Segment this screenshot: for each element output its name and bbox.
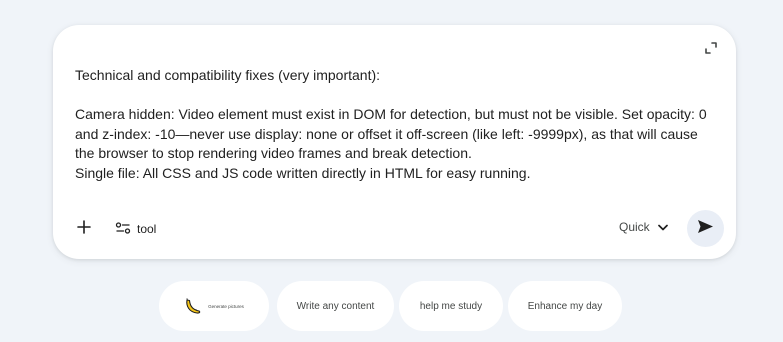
composer-toolbar: tool [73,217,156,241]
banana-icon [184,297,202,315]
prompt-input[interactable]: Technical and compatibility fixes (very … [75,66,715,183]
plus-icon [77,219,91,239]
mode-label: Quick [619,220,650,234]
send-icon [697,219,714,239]
tool-button[interactable]: tool [115,221,156,238]
send-button[interactable] [687,210,724,247]
suggestion-chip-generate-pictures[interactable]: Generate pictures [159,281,269,331]
suggestion-label: Write any content [296,300,375,312]
prompt-composer: Technical and compatibility fixes (very … [53,25,736,259]
suggestion-label: Generate pictures [208,303,244,309]
tool-label: tool [137,222,157,236]
suggestion-chip-help-me-study[interactable]: help me study [399,281,503,331]
expand-icon[interactable] [702,39,720,57]
suggestion-label: help me study [419,300,483,312]
add-button[interactable] [73,218,95,240]
suggestion-chip-enhance-my-day[interactable]: Enhance my day [508,281,622,331]
suggestion-chip-write-any-content[interactable]: Write any content [277,281,394,331]
suggestion-label: Enhance my day [527,300,603,312]
mode-selector[interactable]: Quick [619,220,668,234]
suggestion-chips: Generate pictures Write any content help… [0,281,783,331]
chevron-down-icon [657,224,668,231]
sliders-icon [115,221,131,238]
